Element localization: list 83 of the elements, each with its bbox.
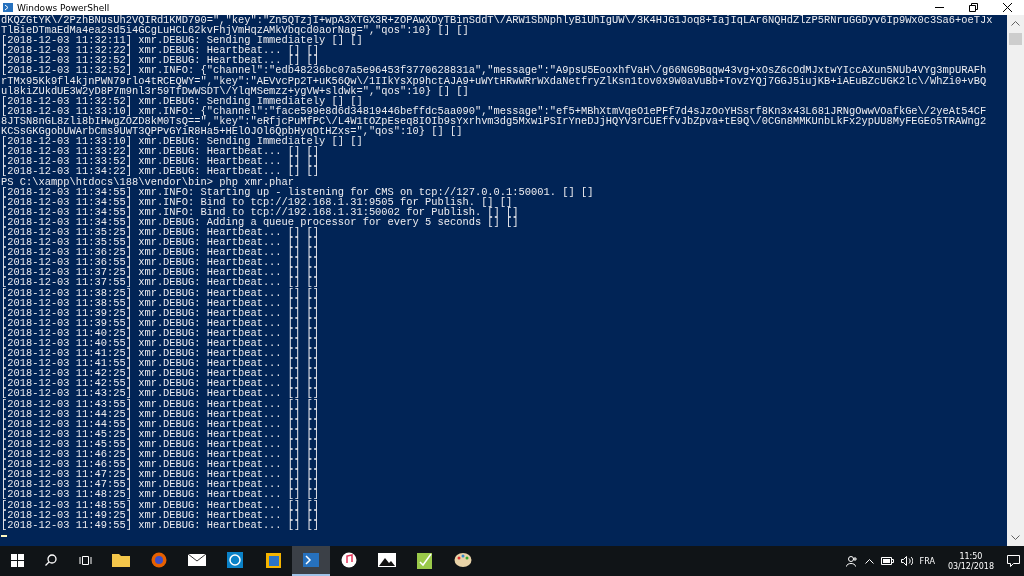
console-line: [2018-12-03 11:37:25] xmr.DEBUG: Heartbeat... [] []: [1, 267, 320, 278]
console-line: 8JTSN8nGL8zli8bIHwgZOZD8kM0TsQ==","key":"eRfjcPuMfPC\/L4W1tOZpEseq8IOIb9sYxrhvm3dg5MxwiPSIrYneDJjHQYV3rCUEffvJbZpva+tE9Q\/0CGn8MMKUnbLkFx2ypUU8MyFEGEo5TRAWng2: [1, 115, 988, 127]
console-line: [2018-12-03 11:32:52] xmr.DEBUG: Heartbeat... [] []: [1, 55, 319, 66]
console-line: [2018-12-03 11:42:55] xmr.DEBUG: Heartbeat... [] []: [1, 378, 320, 389]
console-line: dKQZGtYK\/2PzhBNusUh2VQIRd1KMD790=","key":"Zn5QTzjI+wpA3XTGX3R+zOPAwXDyTBinSddT\/ARW1SbNphlyBiUhIgUW\/3K4HJG1Joq8+IajIqLAr6NQHdZlzP5RNruGGDyv6Ip9Wx0c3Sa6+oeTJx: [1, 15, 994, 26]
clock-time: 11:50: [959, 551, 983, 561]
terminal-icon: [3, 3, 13, 12]
console-line: [2018-12-03 11:36:25] xmr.DEBUG: Heartbeat... [] []: [1, 247, 320, 258]
console-line: ul8kiZUkdUE3W2yD8P7m9nl3r59TfDwWSDT\/YlqMSemzz+ygVW+sldwk=","qos":10} [] []: [1, 85, 469, 96]
scrollbar[interactable]: [1007, 15, 1024, 546]
console-line: [2018-12-03 11:32:11] xmr.DEBUG: Sending Immediately [] []: [1, 35, 363, 46]
console-line: [2018-12-03 11:48:55] xmr.DEBUG: Heartbeat... [] []: [1, 499, 320, 510]
folder-icon: [112, 553, 130, 567]
terminal-icon: [303, 553, 319, 567]
console-line: [2018-12-03 11:49:55] xmr.DEBUG: Heartbeat... [] []: [1, 519, 320, 530]
console-line: [2018-12-03 11:46:25] xmr.DEBUG: Heartbeat... [] []: [1, 449, 320, 460]
scroll-down-icon[interactable]: [1011, 535, 1020, 541]
console-line: [2018-12-03 11:33:10] xmr.DEBUG: Sending Immediately [] []: [1, 136, 363, 147]
restore-icon: [968, 3, 978, 12]
notification-icon[interactable]: [1007, 555, 1020, 567]
console-line: TlBieDTmaEdMa4ea2sd5i4GCgLuHCL62kvFhjVmHqzAMkVbqcd0aorNag=","qos":10} [] []: [1, 25, 469, 36]
console-line: [2018-12-03 11:45:25] xmr.DEBUG: Heartbeat... [] []: [1, 428, 320, 439]
console-line: [2018-12-03 11:44:55] xmr.DEBUG: Heartbeat... [] []: [1, 418, 320, 429]
console-line: [2018-12-03 11:38:25] xmr.DEBUG: Heartbeat... [] []: [1, 287, 320, 298]
console-line: [2018-12-03 11:43:25] xmr.DEBUG: Heartbeat... [] []: [1, 388, 320, 399]
console-line: [2018-12-03 11:34:55] xmr.INFO: Bind to tcp://192.168.1.31:50002 for Publish. [] []: [1, 206, 520, 217]
console-line: [2018-12-03 11:35:25] xmr.DEBUG: Heartbeat... [] []: [1, 226, 319, 238]
language-indicator[interactable]: FRA: [919, 556, 935, 566]
console-line: [2018-12-03 11:35:55] xmr.DEBUG: Heartbeat... [] []: [1, 237, 320, 248]
envelope-icon: [188, 554, 206, 566]
console-line: [2018-12-03 11:33:10] xmr.INFO: {"channel":"face599e8d6d34819446beffdc5aa090","message":"ef5+MBhXtmVqeO1ePFf7d4sJzOoYHSsrf8Kn3x43L681JRNgOwwVOafkGe\/2yeAt54CF: [1, 105, 988, 116]
chevron-up-icon[interactable]: [864, 558, 874, 564]
console-line: KCSsGKGgobUWArbCms9UWT3QPPvGYiR8Ha5+HElOJOl6QpbHyqOtHZxs=","qos":10} [] []: [1, 126, 463, 137]
console-line: [2018-12-03 11:40:25] xmr.DEBUG: Heartbeat... [] []: [1, 327, 320, 338]
console-line: [2018-12-03 11:47:25] xmr.DEBUG: Heartbeat... [] []: [1, 469, 320, 480]
chat-icon: [227, 552, 243, 568]
console-line: [2018-12-03 11:38:55] xmr.DEBUG: Heartbeat... [] []: [1, 297, 320, 308]
console-line: [2018-12-03 11:37:55] xmr.DEBUG: Heartbeat... [] []: [1, 277, 320, 288]
console-line: [2018-12-03 11:32:22] xmr.DEBUG: Heartbeat... [] []: [1, 45, 319, 56]
text-cursor: [1, 534, 7, 537]
clock-date: 03/12/2018: [947, 561, 994, 571]
scroll-up-icon[interactable]: [1011, 20, 1020, 26]
windows-logo-icon: [10, 553, 24, 567]
console-line: [2018-12-03 11:47:55] xmr.DEBUG: Heartbeat... [] []: [1, 479, 320, 490]
console-line: [2018-12-03 11:46:55] xmr.DEBUG: Heartbeat... [] []: [1, 459, 320, 470]
console-line: [2018-12-03 11:33:22] xmr.DEBUG: Heartbeat... [] []: [1, 146, 319, 157]
console-line: [2018-12-03 11:43:55] xmr.DEBUG: Heartbeat... [] []: [1, 398, 320, 409]
console-line: [2018-12-03 11:36:55] xmr.DEBUG: Heartbeat... [] []: [1, 257, 320, 268]
console-line: [2018-12-03 11:39:55] xmr.DEBUG: Heartbeat... [] []: [1, 317, 320, 328]
console-line: PS C:\xampp\htdocs\188\vendor\bin> php xmr.phar: [1, 176, 295, 187]
console-line: [2018-12-03 11:33:52] xmr.DEBUG: Heartbeat... [] []: [1, 156, 320, 167]
people-icon[interactable]: [845, 555, 858, 567]
console-line: [2018-12-03 11:41:25] xmr.DEBUG: Heartbeat... [] []: [1, 348, 320, 359]
mountain-picture-icon: [378, 553, 396, 567]
console-line: [2018-12-03 11:34:22] xmr.DEBUG: Heartbeat... [] []: [1, 166, 320, 177]
console-line: [2018-12-03 11:48:25] xmr.DEBUG: Heartbeat... [] []: [1, 489, 320, 500]
search-icon: [45, 554, 57, 566]
console-line: [2018-12-03 11:44:25] xmr.DEBUG: Heartbeat... [] []: [1, 408, 320, 419]
task-view-icon: [78, 554, 92, 566]
console-line: [2018-12-03 11:32:52] xmr.DEBUG: Sending Immediately [] []: [1, 95, 363, 106]
palette-icon: [454, 552, 472, 568]
close-icon: [1002, 3, 1012, 12]
console-line: [2018-12-03 11:45:55] xmr.DEBUG: Heartbeat... [] []: [1, 438, 320, 450]
console-line: [2018-12-03 11:40:55] xmr.DEBUG: Heartbeat... [] []: [1, 338, 320, 349]
console-line: [2018-12-03 11:34:55] xmr.DEBUG: Adding a queue processor for every 5 seconds [] []: [1, 216, 520, 227]
minimize-icon: [934, 7, 944, 8]
console-line: [2018-12-03 11:34:55] xmr.INFO: Bind to tcp://192.168.1.31:9505 for Publish. [] []: [1, 196, 513, 207]
window-title: Windows PowerShell: [17, 2, 110, 13]
window-icon: [264, 551, 282, 569]
browser-icon: [151, 552, 167, 568]
music-icon: [341, 552, 357, 568]
console-line: [2018-12-03 11:49:25] xmr.DEBUG: Heartbeat... [] []: [1, 509, 320, 520]
notepad-icon: [417, 551, 433, 569]
speaker-icon[interactable]: [900, 556, 913, 566]
scroll-thumb[interactable]: [1009, 33, 1022, 45]
clock[interactable]: 11:50 03/12/2018: [941, 551, 1000, 571]
console-line: rTMx95Kk9fl4kjnPWN79rlo4tRCEQWY=","key":"AEVvcPp2T+uK56Qw\/1IIkYsXp9hctAJA9+uWYtHRwWRrWXdaNetfryZlKsn1tov0x9W0aVuBb+TovzYQj7GGJ5iujKB+iAEuBZcUGK2lc\/WhZi0+vBQ: [1, 75, 988, 86]
battery-icon[interactable]: [880, 557, 894, 565]
console-line: [2018-12-03 11:39:25] xmr.DEBUG: Heartbeat... [] []: [1, 307, 320, 318]
console-line: [2018-12-03 11:41:55] xmr.DEBUG: Heartbeat... [] []: [1, 358, 320, 369]
console-line: [2018-12-03 11:32:52] xmr.INFO: {"channel":"edb48236bc07a5e96453f3770628831a","message":"A9psU5EooxhfVaH\/g66NG9Bqqw43vg+xOsZ6cOdMJxtwYIccAXun5NUb4VYg3mpURAFh: [1, 65, 988, 76]
console-line: [2018-12-03 11:42:25] xmr.DEBUG: Heartbeat... [] []: [1, 368, 320, 379]
console-line: [2018-12-03 11:34:55] xmr.INFO: Starting up - listening for CMS on tcp://127.0.0.1:50001. [] []: [1, 186, 595, 197]
